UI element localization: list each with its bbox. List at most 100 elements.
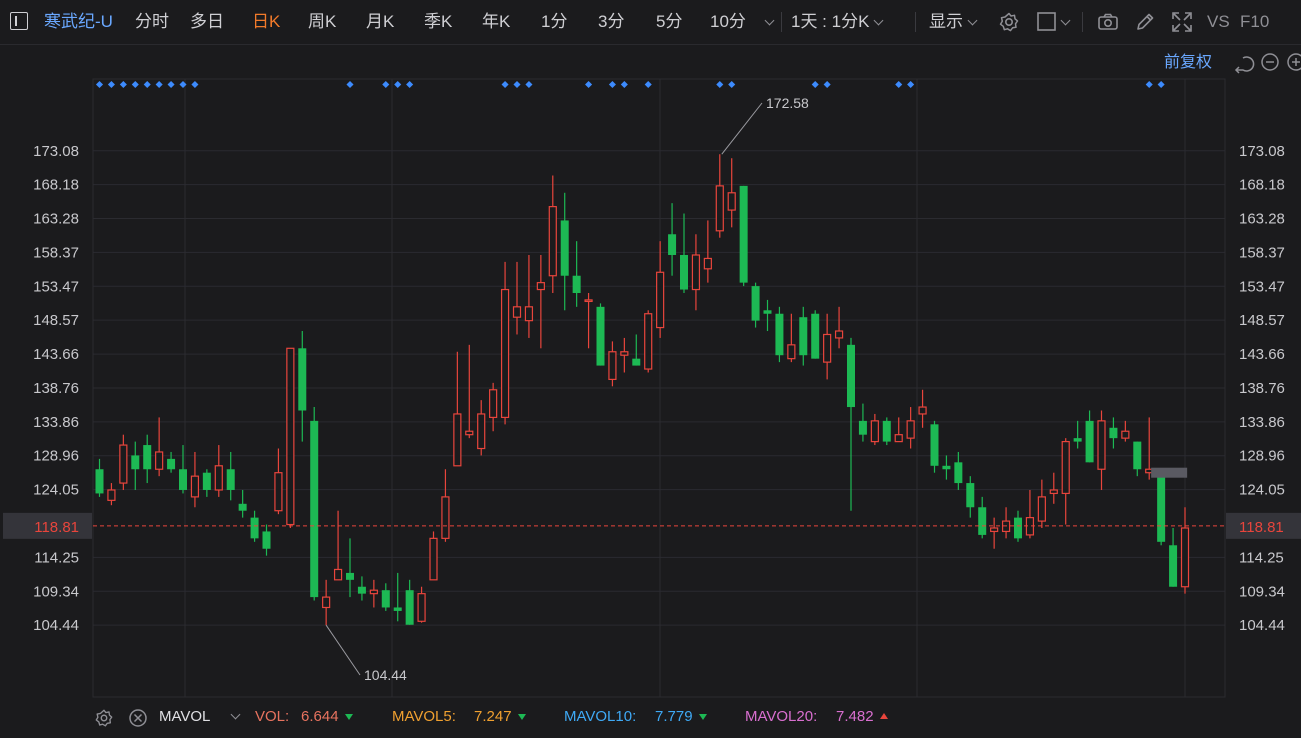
event-marker-icon[interactable] [382,80,390,89]
event-marker-icon[interactable] [167,80,175,89]
event-marker-icon[interactable] [895,80,903,89]
event-marker-icon[interactable] [394,80,402,89]
tab-10min[interactable]: 10分 [710,12,746,32]
candle-body [656,271,665,329]
f10-button[interactable]: F10 [1240,12,1269,32]
event-marker-icon[interactable] [406,80,414,89]
event-marker-icon[interactable] [119,80,127,89]
event-marker-icon[interactable] [346,80,354,89]
candle [763,299,772,332]
candle [656,241,665,338]
candle [691,234,701,311]
event-marker-icon[interactable] [716,80,724,89]
tab-multi-day[interactable]: 多日 [190,12,224,32]
y-tick-label-right: 168.18 [1239,177,1285,194]
candle-body [584,299,593,303]
tab-weekly-k[interactable]: 周K [308,12,336,32]
candle-body [357,586,366,594]
symbol-name[interactable]: 寒武纪-U [44,12,113,32]
mavol20-label: MAVOL20: [745,708,818,725]
candle-body [393,607,402,611]
indicator-name[interactable]: MAVOL [159,708,210,725]
event-marker-icon[interactable] [907,80,915,89]
tab-daily-k[interactable]: 日K [252,12,280,32]
candle-body [811,313,820,359]
candle [572,241,581,307]
event-marker-icon[interactable] [525,80,533,89]
event-marker-icon[interactable] [501,80,509,89]
candle [1001,507,1011,539]
candle [429,531,438,581]
candle-body [143,445,152,470]
y-tick-label-right: 173.08 [1239,143,1285,160]
event-marker-icon[interactable] [131,80,139,89]
candle-body [847,344,855,408]
sidebar-toggle-icon[interactable] [10,12,28,30]
tab-intraday[interactable]: 分时 [135,12,169,32]
candle-body [870,420,879,443]
mavol5-value: 7.247 [474,708,526,725]
event-marker-icon[interactable] [823,80,831,89]
indicator-bar: MAVOL VOL: 6.644 MAVOL5: 7.247 MAVOL10: … [0,700,1301,738]
event-marker-icon[interactable] [585,80,593,89]
indicator-chevron-icon[interactable] [226,708,241,725]
candle [703,220,712,283]
event-marker-icon[interactable] [95,80,104,89]
event-marker-icon[interactable] [608,80,616,89]
event-marker-icon[interactable] [644,80,652,89]
candle [847,337,855,511]
display-select[interactable]: 显示 [929,12,978,32]
adjust-mode-label[interactable]: 前复权 [1164,53,1212,71]
gear-icon[interactable] [998,11,1020,33]
camera-icon[interactable] [1097,11,1119,33]
candle [1061,438,1070,525]
down-arrow-icon [344,714,353,720]
candle-body [918,406,927,415]
tab-3min[interactable]: 3分 [598,12,624,32]
zoom-in-icon[interactable] [1287,53,1301,71]
candle-body [500,288,510,419]
pen-icon[interactable] [1134,11,1156,33]
more-periods-chevron-icon[interactable] [760,12,775,32]
event-marker-icon[interactable] [155,80,163,89]
candle-body [1014,517,1022,539]
event-marker-icon[interactable] [811,80,819,89]
candle [560,192,569,311]
candle [1049,472,1058,504]
fullscreen-icon[interactable] [1171,11,1193,33]
high-annotation-line [721,102,763,155]
multi-period-select[interactable]: 1天 : 1分K [791,12,884,32]
layout-chevron-icon[interactable] [1056,12,1071,32]
event-marker-icon[interactable] [620,80,628,89]
indicator-settings-gear-icon[interactable] [94,708,114,728]
event-marker-icon[interactable] [1157,80,1165,89]
tab-1min[interactable]: 1分 [541,12,567,32]
candle [95,458,104,497]
tab-5min[interactable]: 5分 [656,12,682,32]
event-marker-icon[interactable] [513,80,521,89]
y-tick-label-right: 163.28 [1239,211,1285,228]
y-tick-label-left: 148.57 [33,312,79,329]
kline-chart[interactable]: 173.08 173.08 168.18 168.18 163.28 163.28 158.… [0,44,1301,700]
undo-icon[interactable] [1234,56,1255,74]
compare-vs-button[interactable]: VS [1207,12,1230,32]
event-marker-icon[interactable] [107,80,115,89]
candle-body [906,420,915,439]
zoom-out-icon[interactable] [1261,53,1279,71]
candle-body [966,483,975,508]
candle-body [405,590,414,625]
y-tick-label-right: 104.44 [1239,617,1285,634]
candle-body [632,358,641,366]
tab-yearly-k[interactable]: 年K [482,12,510,32]
tab-monthly-k[interactable]: 月K [366,12,394,32]
layout-square-icon[interactable] [1036,11,1058,33]
mavol5-label: MAVOL5: [392,708,456,725]
close-icon[interactable] [128,708,148,728]
event-marker-icon[interactable] [191,80,199,89]
candle-body [214,465,223,491]
y-tick-label-left: 133.86 [33,414,79,431]
tab-quarterly-k[interactable]: 季K [424,12,452,32]
event-marker-icon[interactable] [143,80,151,89]
event-marker-icon[interactable] [728,80,736,89]
event-marker-icon[interactable] [1145,80,1153,89]
